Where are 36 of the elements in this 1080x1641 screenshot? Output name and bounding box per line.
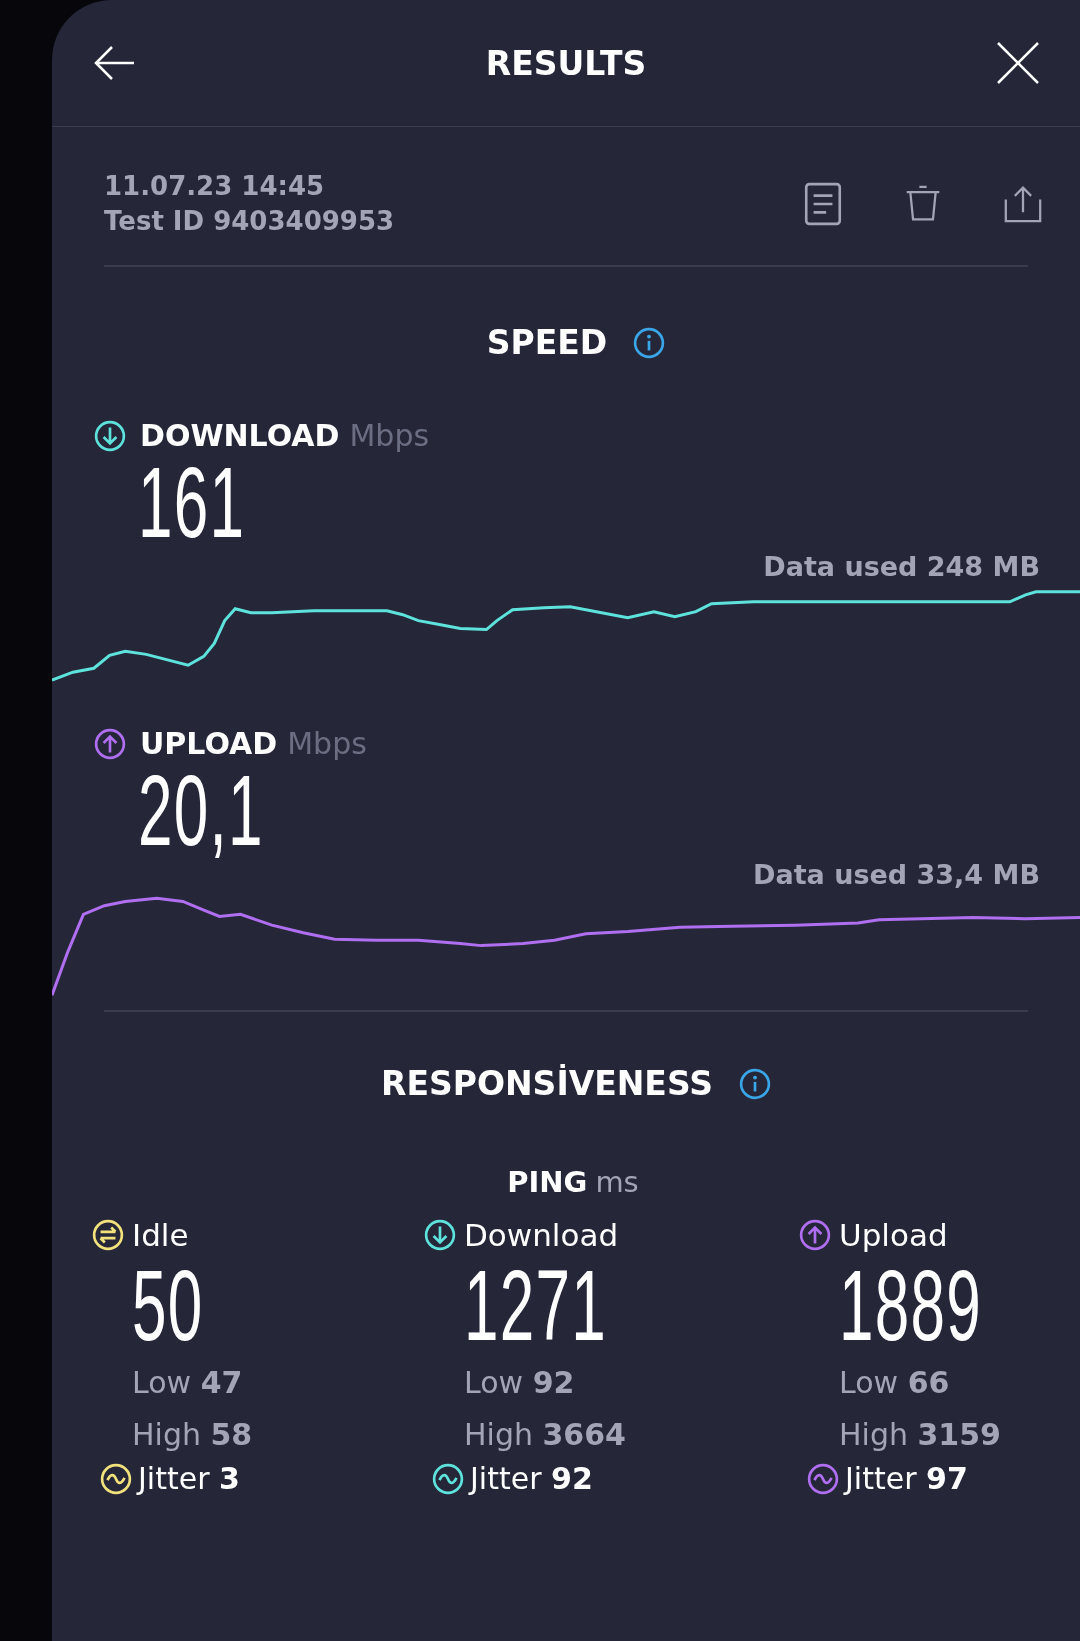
page-title: RESULTS [485, 43, 647, 83]
test-id: Test ID 9403409953 [104, 205, 395, 238]
ping-high: High 3159 [839, 1416, 1002, 1454]
metric-value: 20,1 [138, 760, 264, 860]
metric-unit: Mbps [349, 418, 430, 453]
section-title: SPEED [486, 323, 608, 362]
metric-label: DOWNLOAD [140, 418, 340, 453]
data-used: Data used 248 MB [763, 551, 1040, 582]
ping-low: Low 47 [132, 1364, 244, 1402]
test-date: 11.07.23 14:45 [104, 170, 326, 203]
jitter-value: Jitter 92 [470, 1461, 593, 1496]
metric-label: UPLOAD [140, 726, 278, 761]
section-title: RESPONSİVENESS [381, 1064, 713, 1103]
ping-low: Low 66 [839, 1364, 951, 1402]
ping-value: 50 [132, 1255, 204, 1355]
ping-value: 1271 [464, 1255, 607, 1355]
ping-label: PING [507, 1165, 588, 1199]
ping-high: High 3664 [464, 1416, 627, 1454]
jitter-icon [100, 1462, 132, 1495]
ping-high: High 58 [132, 1416, 254, 1454]
metric-unit: Mbps [287, 726, 367, 761]
data-used: Data used 33,4 MB [753, 859, 1040, 890]
jitter-value: Jitter 3 [138, 1461, 240, 1496]
ping-value: 1889 [839, 1255, 982, 1355]
ping-type: Idle [132, 1217, 189, 1253]
document-icon[interactable] [804, 182, 842, 226]
metric-value: 161 [138, 452, 246, 552]
jitter-icon [807, 1462, 839, 1495]
ping-low: Low 92 [464, 1364, 576, 1402]
jitter-value: Jitter 97 [845, 1461, 968, 1496]
info-icon[interactable] [738, 1067, 771, 1100]
jitter-icon [432, 1462, 464, 1495]
ping-type: Download [464, 1217, 619, 1253]
info-icon[interactable] [633, 326, 666, 359]
ping-unit: ms [595, 1165, 639, 1199]
ping-type: Upload [839, 1217, 948, 1253]
